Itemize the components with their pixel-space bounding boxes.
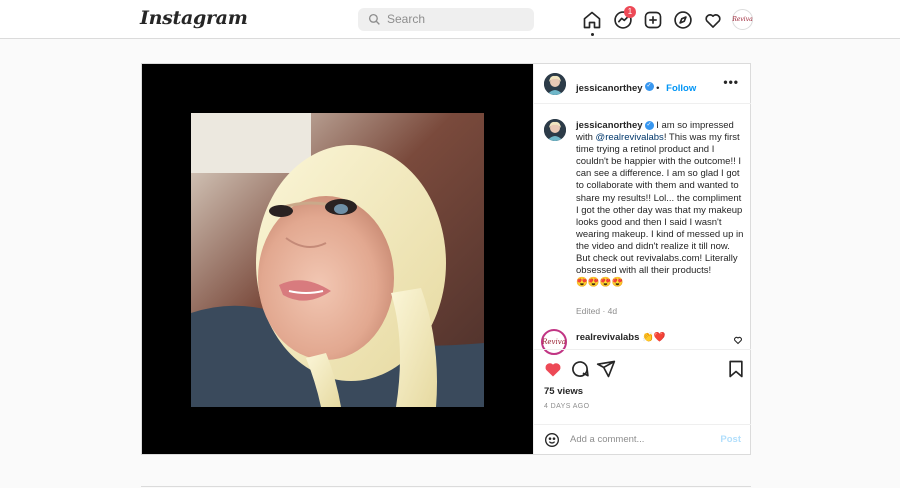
post-date: 4 DAYS AGO <box>544 403 590 410</box>
follow-button[interactable]: Follow <box>666 83 696 94</box>
plus-square-icon <box>644 11 662 29</box>
heart-icon <box>705 14 721 28</box>
caption-emojis: 😍😍😍😍 <box>576 277 624 289</box>
share-button[interactable] <box>596 359 616 379</box>
author-avatar-image <box>544 73 566 95</box>
caption-mention-link[interactable]: @realrevivalabs <box>596 132 664 143</box>
profile-avatar-logo: Reviva <box>732 16 753 23</box>
edited-timestamp: Edited · 4d <box>576 306 618 316</box>
post-caption: jessicanorthey ✓ I am so impressed with @… <box>576 120 746 289</box>
comment-text: 👏❤️ <box>642 332 666 343</box>
new-post-button[interactable] <box>641 8 665 32</box>
comment-icon <box>572 361 589 377</box>
add-comment-input[interactable]: Add a comment... <box>570 434 644 445</box>
messages-badge: 1 <box>624 6 636 18</box>
post-sidebar: jessicanorthey ✓ • Follow ••• jessicanort… <box>533 64 751 454</box>
activity-button[interactable] <box>701 8 725 32</box>
commenter-avatar-logo: Reviva <box>542 338 566 346</box>
selfie-image <box>191 113 484 407</box>
commenter-username[interactable]: realrevivalabs <box>576 332 639 343</box>
caption-body: ! This was my first time trying a retino… <box>576 132 744 277</box>
home-button[interactable] <box>580 8 604 36</box>
view-count[interactable]: 75 views <box>544 386 583 397</box>
top-nav-bar: Instagram Search 1 Reviva <box>0 0 900 39</box>
divider <box>141 486 751 487</box>
comment-button[interactable] <box>570 359 590 379</box>
post-card: jessicanorthey ✓ • Follow ••• jessicanort… <box>141 63 751 455</box>
like-button[interactable] <box>543 359 563 379</box>
post-media[interactable] <box>142 64 533 454</box>
verified-badge-icon: ✓ <box>644 82 654 92</box>
post-header: jessicanorthey ✓ • Follow ••• <box>534 64 751 104</box>
post-comment-button[interactable]: Post <box>720 434 741 445</box>
messages-button[interactable]: 1 <box>611 6 636 32</box>
search-icon <box>368 13 380 25</box>
instagram-logo[interactable]: Instagram <box>140 7 248 29</box>
heart-filled-icon <box>545 363 561 377</box>
post-photo <box>191 113 484 407</box>
author-avatar[interactable] <box>544 73 566 95</box>
add-comment-bar: Add a comment... Post <box>534 424 751 454</box>
more-options-button[interactable]: ••• <box>723 75 739 89</box>
explore-button[interactable] <box>671 8 695 32</box>
bookmark-icon <box>729 360 743 378</box>
comment-row: Reviva realrevivalabs 👏❤️ <box>534 326 751 355</box>
search-input[interactable]: Search <box>358 8 534 31</box>
caption-verified-icon: ✓ <box>644 120 654 130</box>
compass-icon <box>674 11 692 29</box>
active-indicator <box>591 33 594 36</box>
author-username[interactable]: jessicanorthey <box>576 83 643 94</box>
caption-username[interactable]: jessicanorthey <box>576 120 643 131</box>
search-placeholder: Search <box>387 12 426 26</box>
send-icon <box>596 360 616 378</box>
comment-like-icon[interactable] <box>733 335 743 345</box>
save-button[interactable] <box>726 359 746 379</box>
profile-avatar[interactable]: Reviva <box>732 9 753 30</box>
home-icon <box>583 11 601 29</box>
caption-avatar-image <box>544 119 566 141</box>
caption-author-avatar[interactable] <box>544 119 566 141</box>
post-actions: 75 views 4 DAYS AGO <box>534 349 751 433</box>
emoji-icon[interactable] <box>544 432 560 448</box>
